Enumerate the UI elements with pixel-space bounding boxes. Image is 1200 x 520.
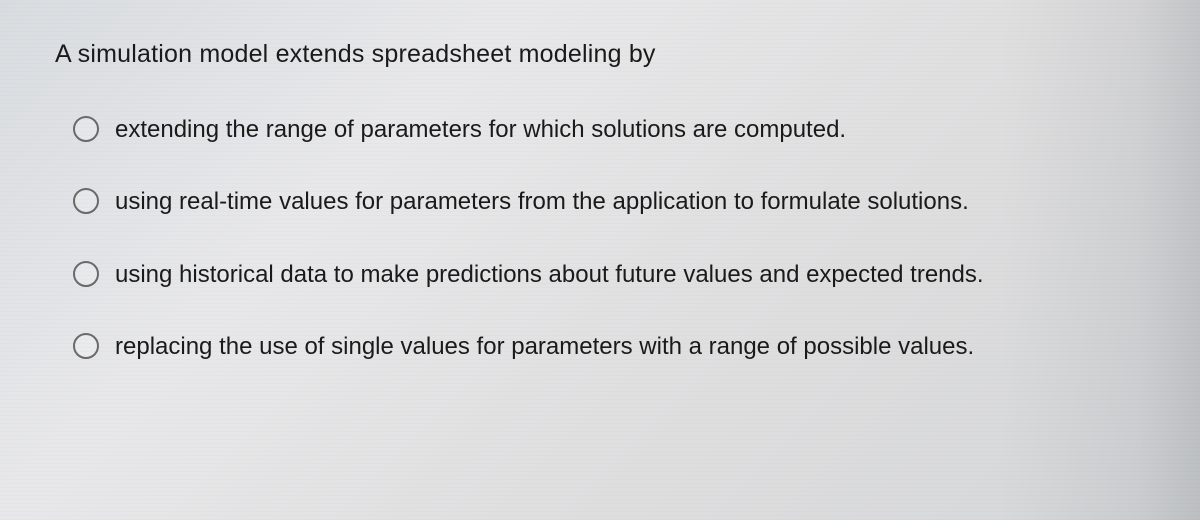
option-label: using real-time values for parameters fr… (115, 186, 969, 218)
option-label: replacing the use of single values for p… (115, 331, 974, 363)
options-list: extending the range of parameters for wh… (55, 114, 1145, 364)
radio-icon[interactable] (73, 188, 99, 214)
option-label: extending the range of parameters for wh… (115, 114, 846, 146)
radio-icon[interactable] (73, 333, 99, 359)
option-2[interactable]: using real-time values for parameters fr… (73, 186, 1145, 218)
radio-icon[interactable] (73, 116, 99, 142)
option-1[interactable]: extending the range of parameters for wh… (73, 114, 1145, 146)
option-4[interactable]: replacing the use of single values for p… (73, 331, 1145, 363)
radio-icon[interactable] (73, 261, 99, 287)
option-3[interactable]: using historical data to make prediction… (73, 259, 1145, 291)
question-prompt: A simulation model extends spreadsheet m… (55, 40, 1145, 69)
option-label: using historical data to make prediction… (115, 259, 984, 291)
